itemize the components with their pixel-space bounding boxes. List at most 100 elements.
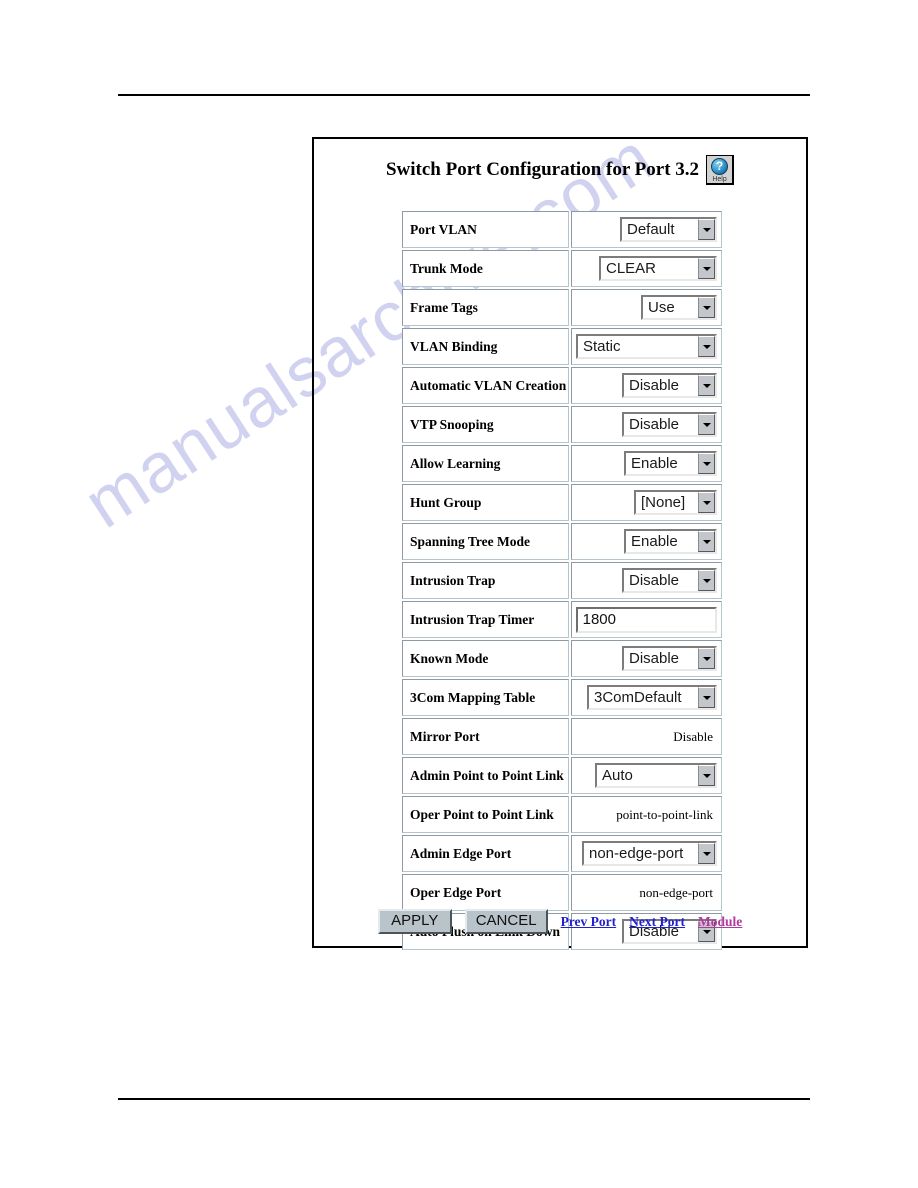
row-label: Hunt Group <box>402 484 569 521</box>
chevron-down-icon[interactable] <box>698 375 715 396</box>
chevron-down-icon[interactable] <box>698 219 715 240</box>
chevron-down-icon[interactable] <box>698 492 715 513</box>
row-label: 3Com Mapping Table <box>402 679 569 716</box>
dropdown-value: Enable <box>631 533 678 550</box>
chevron-down-glyph <box>702 851 711 856</box>
chevron-down-glyph <box>702 422 711 427</box>
page-rule-bottom <box>118 1098 810 1100</box>
row-label: Automatic VLAN Creation <box>402 367 569 404</box>
chevron-down-icon[interactable] <box>698 687 715 708</box>
dropdown-select[interactable]: Disable <box>622 412 717 437</box>
dropdown-select[interactable]: 3ComDefault <box>587 685 717 710</box>
dropdown-value: Static <box>583 338 621 355</box>
dropdown-select[interactable]: [None] <box>634 490 717 515</box>
module-link[interactable]: Module <box>698 914 742 930</box>
dropdown-select[interactable]: Disable <box>622 373 717 398</box>
chevron-down-icon[interactable] <box>698 453 715 474</box>
title-row: Switch Port Configuration for Port 3.2 ?… <box>314 155 806 185</box>
dropdown-select[interactable]: CLEAR <box>599 256 717 281</box>
screenshot-figure: Switch Port Configuration for Port 3.2 ?… <box>312 137 808 950</box>
dropdown-value: Enable <box>631 455 678 472</box>
dropdown-select[interactable]: Static <box>576 334 717 359</box>
readonly-value: point-to-point-link <box>616 806 713 822</box>
chevron-down-icon[interactable] <box>698 843 715 864</box>
chevron-down-glyph <box>702 461 711 466</box>
row-label: Allow Learning <box>402 445 569 482</box>
dropdown-select[interactable]: Use <box>641 295 717 320</box>
chevron-down-glyph <box>702 500 711 505</box>
chevron-down-icon[interactable] <box>698 336 715 357</box>
row-value-cell: Disable <box>570 406 722 443</box>
chevron-down-icon[interactable] <box>698 765 715 786</box>
table-row: Admin Point to Point Link Auto <box>402 757 722 794</box>
cancel-button[interactable]: CANCEL <box>464 909 548 934</box>
dropdown-value: Default <box>627 221 675 238</box>
dropdown-select[interactable]: Disable <box>622 646 717 671</box>
help-question-globe-icon: ? <box>711 157 729 175</box>
table-row: Port VLAN Default <box>402 211 722 248</box>
row-label: Oper Edge Port <box>402 874 569 911</box>
page-title: Switch Port Configuration for Port 3.2 <box>385 159 700 180</box>
table-row: VTP Snooping Disable <box>402 406 722 443</box>
dropdown-select[interactable]: Default <box>620 217 717 242</box>
dropdown-select[interactable]: Auto <box>595 763 717 788</box>
table-row: Mirror Port Disable <box>402 718 722 755</box>
chevron-down-glyph <box>702 305 711 310</box>
chevron-down-icon[interactable] <box>698 648 715 669</box>
row-value-cell: Disable <box>570 718 722 755</box>
dropdown-select[interactable]: Enable <box>624 529 717 554</box>
table-row: VLAN Binding Static <box>402 328 722 365</box>
row-value-cell: point-to-point-link <box>570 796 722 833</box>
chevron-down-glyph <box>702 539 711 544</box>
next-port-link[interactable]: Next Port <box>629 914 685 930</box>
row-value-cell: Disable <box>570 562 722 599</box>
dropdown-value: Auto <box>602 767 633 784</box>
row-label: Oper Point to Point Link <box>402 796 569 833</box>
row-value-cell: Use <box>570 289 722 326</box>
row-value-cell: CLEAR <box>570 250 722 287</box>
row-label: Admin Edge Port <box>402 835 569 872</box>
chevron-down-icon[interactable] <box>698 414 715 435</box>
row-label: Intrusion Trap Timer <box>402 601 569 638</box>
table-row: Hunt Group [None] <box>402 484 722 521</box>
apply-button[interactable]: APPLY <box>377 909 452 934</box>
row-label: VLAN Binding <box>402 328 569 365</box>
row-label: Mirror Port <box>402 718 569 755</box>
dropdown-select[interactable]: Enable <box>624 451 717 476</box>
row-label: Admin Point to Point Link <box>402 757 569 794</box>
chevron-down-glyph <box>702 656 711 661</box>
row-label: Trunk Mode <box>402 250 569 287</box>
row-value-cell: non-edge-port <box>570 874 722 911</box>
dropdown-value: [None] <box>641 494 686 511</box>
chevron-down-glyph <box>702 695 711 700</box>
dropdown-value: Disable <box>629 416 680 433</box>
dropdown-value: CLEAR <box>606 260 657 277</box>
chevron-down-glyph <box>702 266 711 271</box>
table-row: 3Com Mapping Table 3ComDefault <box>402 679 722 716</box>
chevron-down-icon[interactable] <box>698 297 715 318</box>
row-value-cell: 1800 <box>570 601 722 638</box>
chevron-down-icon[interactable] <box>698 258 715 279</box>
dropdown-value: Disable <box>629 650 680 667</box>
help-button[interactable]: ? Help <box>706 155 735 185</box>
dropdown-select[interactable]: non-edge-port <box>582 841 717 866</box>
table-row: Intrusion Trap Timer 1800 <box>402 601 722 638</box>
table-row: Intrusion Trap Disable <box>402 562 722 599</box>
row-value-cell: Default <box>570 211 722 248</box>
help-button-label: Help <box>712 175 727 183</box>
dropdown-select[interactable]: Disable <box>622 568 717 593</box>
dropdown-value: Use <box>648 299 675 316</box>
chevron-down-glyph <box>702 344 711 349</box>
text-input[interactable]: 1800 <box>575 606 717 633</box>
chevron-down-icon[interactable] <box>698 570 715 591</box>
chevron-down-glyph <box>702 227 711 232</box>
chevron-down-icon[interactable] <box>698 531 715 552</box>
row-value-cell: Static <box>570 328 722 365</box>
dropdown-value: non-edge-port <box>589 845 684 862</box>
row-value-cell: Auto <box>570 757 722 794</box>
prev-port-link[interactable]: Prev Port <box>561 914 617 930</box>
row-label: Intrusion Trap <box>402 562 569 599</box>
row-label: Spanning Tree Mode <box>402 523 569 560</box>
row-label: VTP Snooping <box>402 406 569 443</box>
dropdown-value: Disable <box>629 377 680 394</box>
